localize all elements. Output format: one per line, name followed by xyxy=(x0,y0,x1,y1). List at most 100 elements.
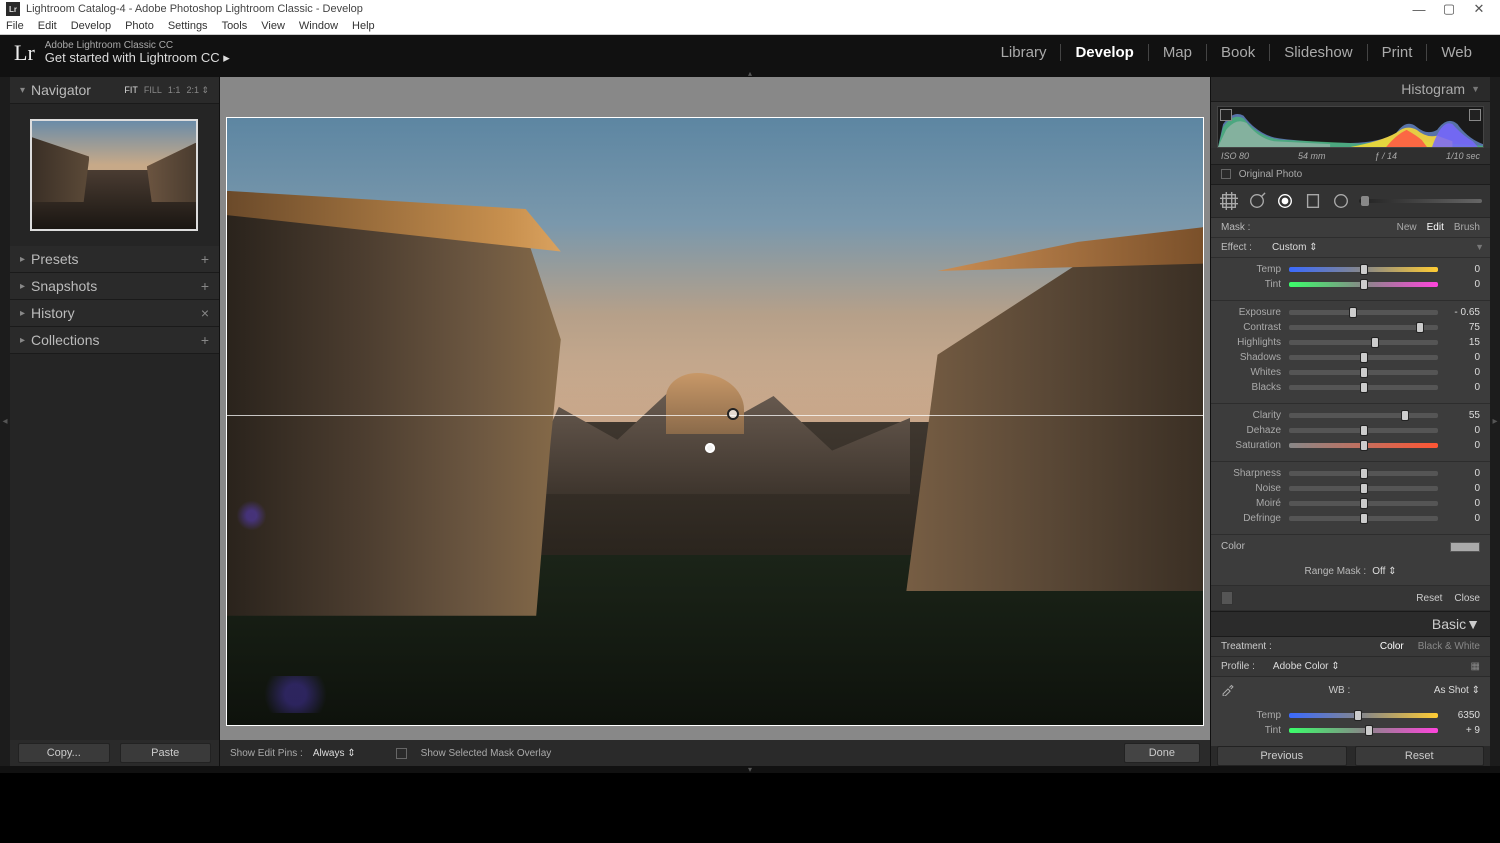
slider-value[interactable]: 0 xyxy=(1446,279,1480,290)
presets-panel[interactable]: ▸ Presets + xyxy=(10,246,219,273)
add-preset-icon[interactable]: + xyxy=(201,251,209,267)
slider-track[interactable] xyxy=(1289,501,1438,506)
crop-tool-icon[interactable] xyxy=(1219,191,1239,211)
image-canvas[interactable] xyxy=(226,117,1204,726)
module-book[interactable]: Book xyxy=(1207,44,1270,61)
done-button[interactable]: Done xyxy=(1124,743,1200,763)
treatment-color[interactable]: Color xyxy=(1380,641,1404,652)
left-panel-handle[interactable]: ◂ xyxy=(0,77,10,766)
treatment-bw[interactable]: Black & White xyxy=(1418,641,1480,652)
slider-track[interactable] xyxy=(1289,325,1438,330)
window-minimize-button[interactable]: — xyxy=(1404,2,1434,17)
slider-knob[interactable] xyxy=(1360,440,1368,451)
tool-amount-slider[interactable] xyxy=(1359,199,1482,203)
slider-track[interactable] xyxy=(1289,443,1438,448)
profile-browser-icon[interactable]: ▦ xyxy=(1471,661,1480,672)
module-library[interactable]: Library xyxy=(987,44,1062,61)
module-develop[interactable]: Develop xyxy=(1061,44,1148,61)
slider-knob[interactable] xyxy=(1360,352,1368,363)
slider-knob[interactable] xyxy=(1360,513,1368,524)
slider-value[interactable]: 75 xyxy=(1446,322,1480,333)
paste-settings-button[interactable]: Paste xyxy=(120,743,212,763)
mask-new-tab[interactable]: New xyxy=(1397,222,1417,233)
slider-value[interactable]: - 0.65 xyxy=(1446,307,1480,318)
graduated-filter-line[interactable] xyxy=(227,415,1203,416)
original-photo-toggle[interactable]: Original Photo xyxy=(1211,164,1490,185)
mask-brush-tab[interactable]: Brush xyxy=(1454,222,1480,233)
slider-value[interactable]: 0 xyxy=(1446,367,1480,378)
slider-knob[interactable] xyxy=(1360,498,1368,509)
basic-panel-header[interactable]: Basic ▼ xyxy=(1211,611,1490,637)
slider-value[interactable]: 0 xyxy=(1446,468,1480,479)
histogram-header[interactable]: Histogram ▼ xyxy=(1211,77,1490,102)
slider-value[interactable]: 0 xyxy=(1446,425,1480,436)
slider-knob[interactable] xyxy=(1349,307,1357,318)
slider-track[interactable] xyxy=(1289,310,1438,315)
slider-track[interactable] xyxy=(1289,516,1438,521)
menu-develop[interactable]: Develop xyxy=(71,20,111,32)
profile-dropdown[interactable]: Adobe Color ⇕ xyxy=(1273,661,1340,672)
slider-value[interactable]: 6350 xyxy=(1446,710,1480,721)
shadow-clipping-toggle[interactable] xyxy=(1220,109,1232,121)
identity-plate-text[interactable]: Adobe Lightroom Classic CC Get started w… xyxy=(45,40,230,65)
wb-eyedropper-icon[interactable] xyxy=(1221,682,1235,699)
slider-knob[interactable] xyxy=(1360,382,1368,393)
disclosure-triangle-icon[interactable]: ▼ xyxy=(1475,242,1484,252)
slider-track[interactable] xyxy=(1289,428,1438,433)
slider-knob[interactable] xyxy=(1360,468,1368,479)
panel-switch-icon[interactable] xyxy=(1221,591,1233,605)
clear-history-icon[interactable]: × xyxy=(201,305,209,321)
zoom-fit[interactable]: FIT xyxy=(124,85,138,96)
slider-track[interactable] xyxy=(1289,471,1438,476)
right-panel-handle[interactable]: ▸ xyxy=(1490,77,1500,766)
wb-dropdown[interactable]: As Shot ⇕ xyxy=(1434,685,1480,696)
previous-button[interactable]: Previous xyxy=(1217,746,1347,766)
slider-knob[interactable] xyxy=(1365,725,1373,736)
module-map[interactable]: Map xyxy=(1149,44,1207,61)
slider-value[interactable]: 0 xyxy=(1446,382,1480,393)
slider-value[interactable]: 0 xyxy=(1446,352,1480,363)
reset-local-button[interactable]: Reset xyxy=(1416,593,1442,604)
slider-track[interactable] xyxy=(1289,355,1438,360)
slider-value[interactable]: 0 xyxy=(1446,440,1480,451)
show-edit-pins-dropdown[interactable]: Always ⇕ xyxy=(313,748,356,759)
slider-knob[interactable] xyxy=(1360,264,1368,275)
module-web[interactable]: Web xyxy=(1427,44,1486,61)
module-print[interactable]: Print xyxy=(1368,44,1428,61)
highlight-clipping-toggle[interactable] xyxy=(1469,109,1481,121)
slider-track[interactable] xyxy=(1289,385,1438,390)
menu-tools[interactable]: Tools xyxy=(222,20,248,32)
zoom-custom[interactable]: 2:1 ⇕ xyxy=(186,85,209,96)
spot-removal-tool-icon[interactable] xyxy=(1247,191,1267,211)
slider-value[interactable]: 0 xyxy=(1446,513,1480,524)
color-swatch[interactable] xyxy=(1450,542,1480,552)
reset-button[interactable]: Reset xyxy=(1355,746,1485,766)
radial-filter-tool-icon[interactable] xyxy=(1331,191,1351,211)
close-local-button[interactable]: Close xyxy=(1454,593,1480,604)
slider-value[interactable]: 0 xyxy=(1446,264,1480,275)
slider-value[interactable]: 55 xyxy=(1446,410,1480,421)
history-panel[interactable]: ▸ History × xyxy=(10,300,219,327)
redeye-tool-icon[interactable] xyxy=(1275,191,1295,211)
slider-value[interactable]: + 9 xyxy=(1446,725,1480,736)
slider-knob[interactable] xyxy=(1354,710,1362,721)
slider-value[interactable]: 0 xyxy=(1446,498,1480,509)
menu-edit[interactable]: Edit xyxy=(38,20,57,32)
menu-window[interactable]: Window xyxy=(299,20,338,32)
slider-track[interactable] xyxy=(1289,713,1438,718)
snapshots-panel[interactable]: ▸ Snapshots + xyxy=(10,273,219,300)
top-panel-handle[interactable]: ▴ xyxy=(0,70,1500,77)
collections-panel[interactable]: ▸ Collections + xyxy=(10,327,219,354)
effect-dropdown[interactable]: Custom ⇕ xyxy=(1272,242,1318,253)
range-mask-dropdown[interactable]: Off ⇕ xyxy=(1372,566,1396,577)
slider-knob[interactable] xyxy=(1360,483,1368,494)
bottom-panel-handle[interactable]: ▾ xyxy=(0,766,1500,773)
navigator-preview[interactable] xyxy=(10,104,219,246)
slider-track[interactable] xyxy=(1289,267,1438,272)
slider-track[interactable] xyxy=(1289,413,1438,418)
menu-file[interactable]: File xyxy=(6,20,24,32)
show-mask-checkbox[interactable] xyxy=(396,748,407,759)
module-slideshow[interactable]: Slideshow xyxy=(1270,44,1367,61)
window-maximize-button[interactable]: ▢ xyxy=(1434,1,1464,17)
zoom-1to1[interactable]: 1:1 xyxy=(168,85,181,96)
